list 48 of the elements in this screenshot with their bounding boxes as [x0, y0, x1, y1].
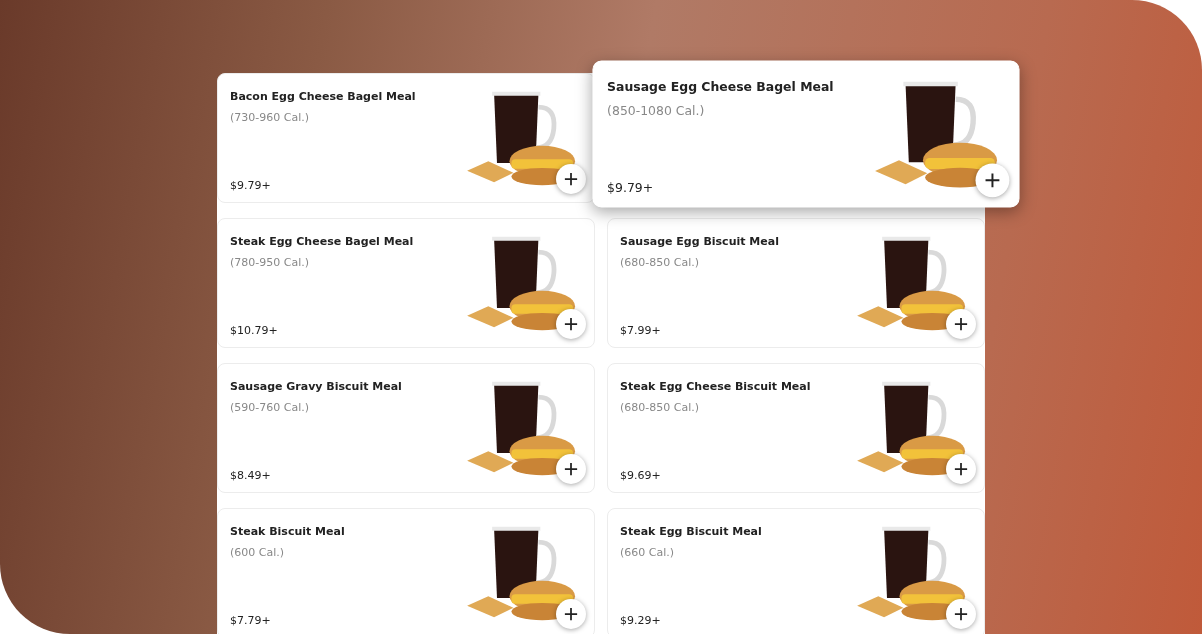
item-price: $7.79+ — [230, 614, 272, 627]
item-calories: (660 Cal.) — [620, 546, 676, 559]
item-price: $9.79+ — [607, 180, 655, 195]
item-name: Steak Egg Cheese Biscuit Meal — [620, 380, 812, 393]
add-button[interactable] — [946, 309, 976, 339]
item-calories: (680-850 Cal.) — [620, 256, 700, 269]
plus-icon — [564, 172, 578, 186]
item-price: $8.49+ — [230, 469, 272, 482]
item-name: Sausage Egg Biscuit Meal — [620, 235, 780, 248]
add-button[interactable] — [556, 454, 586, 484]
plus-icon — [954, 462, 968, 476]
item-name: Steak Biscuit Meal — [230, 525, 346, 538]
plus-icon — [564, 317, 578, 331]
add-button[interactable] — [946, 454, 976, 484]
add-button[interactable] — [556, 599, 586, 629]
add-button[interactable] — [556, 309, 586, 339]
menu-item-card[interactable]: Sausage Egg Biscuit Meal (680-850 Cal.) $7.99+ — [607, 218, 985, 348]
menu-item-card[interactable]: Sausage Gravy Biscuit Meal (590-760 Cal.) $8.49+ — [217, 363, 595, 493]
item-price: $7.99+ — [620, 324, 662, 337]
item-calories: (780-950 Cal.) — [230, 256, 310, 269]
plus-icon — [954, 317, 968, 331]
plus-icon — [564, 607, 578, 621]
item-calories: (590-760 Cal.) — [230, 401, 310, 414]
plus-icon — [984, 172, 1001, 189]
add-button[interactable] — [946, 599, 976, 629]
item-name: Sausage Egg Cheese Bagel Meal — [607, 79, 835, 95]
menu-item-card[interactable]: Steak Egg Cheese Biscuit Meal (680-850 Cal.) $9.69+ — [607, 363, 985, 493]
menu-item-card[interactable]: Sausage Egg Cheese Bagel Meal (850-1080 Cal.) $9.79+ — [592, 60, 1020, 208]
item-name: Sausage Gravy Biscuit Meal — [230, 380, 403, 393]
item-name: Steak Egg Biscuit Meal — [620, 525, 763, 538]
add-button[interactable] — [556, 164, 586, 194]
menu-item-card[interactable]: Bacon Egg Cheese Bagel Meal (730-960 Cal.) $9.79+ — [217, 73, 595, 203]
item-calories: (730-960 Cal.) — [230, 111, 310, 124]
item-price: $9.79+ — [230, 179, 272, 192]
menu-item-card[interactable]: Steak Egg Biscuit Meal (660 Cal.) $9.29+ — [607, 508, 985, 634]
item-name: Bacon Egg Cheese Bagel Meal — [230, 90, 417, 103]
item-calories: (680-850 Cal.) — [620, 401, 700, 414]
item-calories: (850-1080 Cal.) — [607, 103, 706, 119]
menu-item-card[interactable]: Steak Egg Cheese Bagel Meal (780-950 Cal.) $10.79+ — [217, 218, 595, 348]
item-price: $10.79+ — [230, 324, 279, 337]
item-name: Steak Egg Cheese Bagel Meal — [230, 235, 415, 248]
plus-icon — [564, 462, 578, 476]
plus-icon — [954, 607, 968, 621]
item-price: $9.29+ — [620, 614, 662, 627]
menu-item-card[interactable]: Steak Biscuit Meal (600 Cal.) $7.79+ — [217, 508, 595, 634]
item-calories: (600 Cal.) — [230, 546, 286, 559]
add-button[interactable] — [975, 163, 1010, 198]
item-price: $9.69+ — [620, 469, 662, 482]
